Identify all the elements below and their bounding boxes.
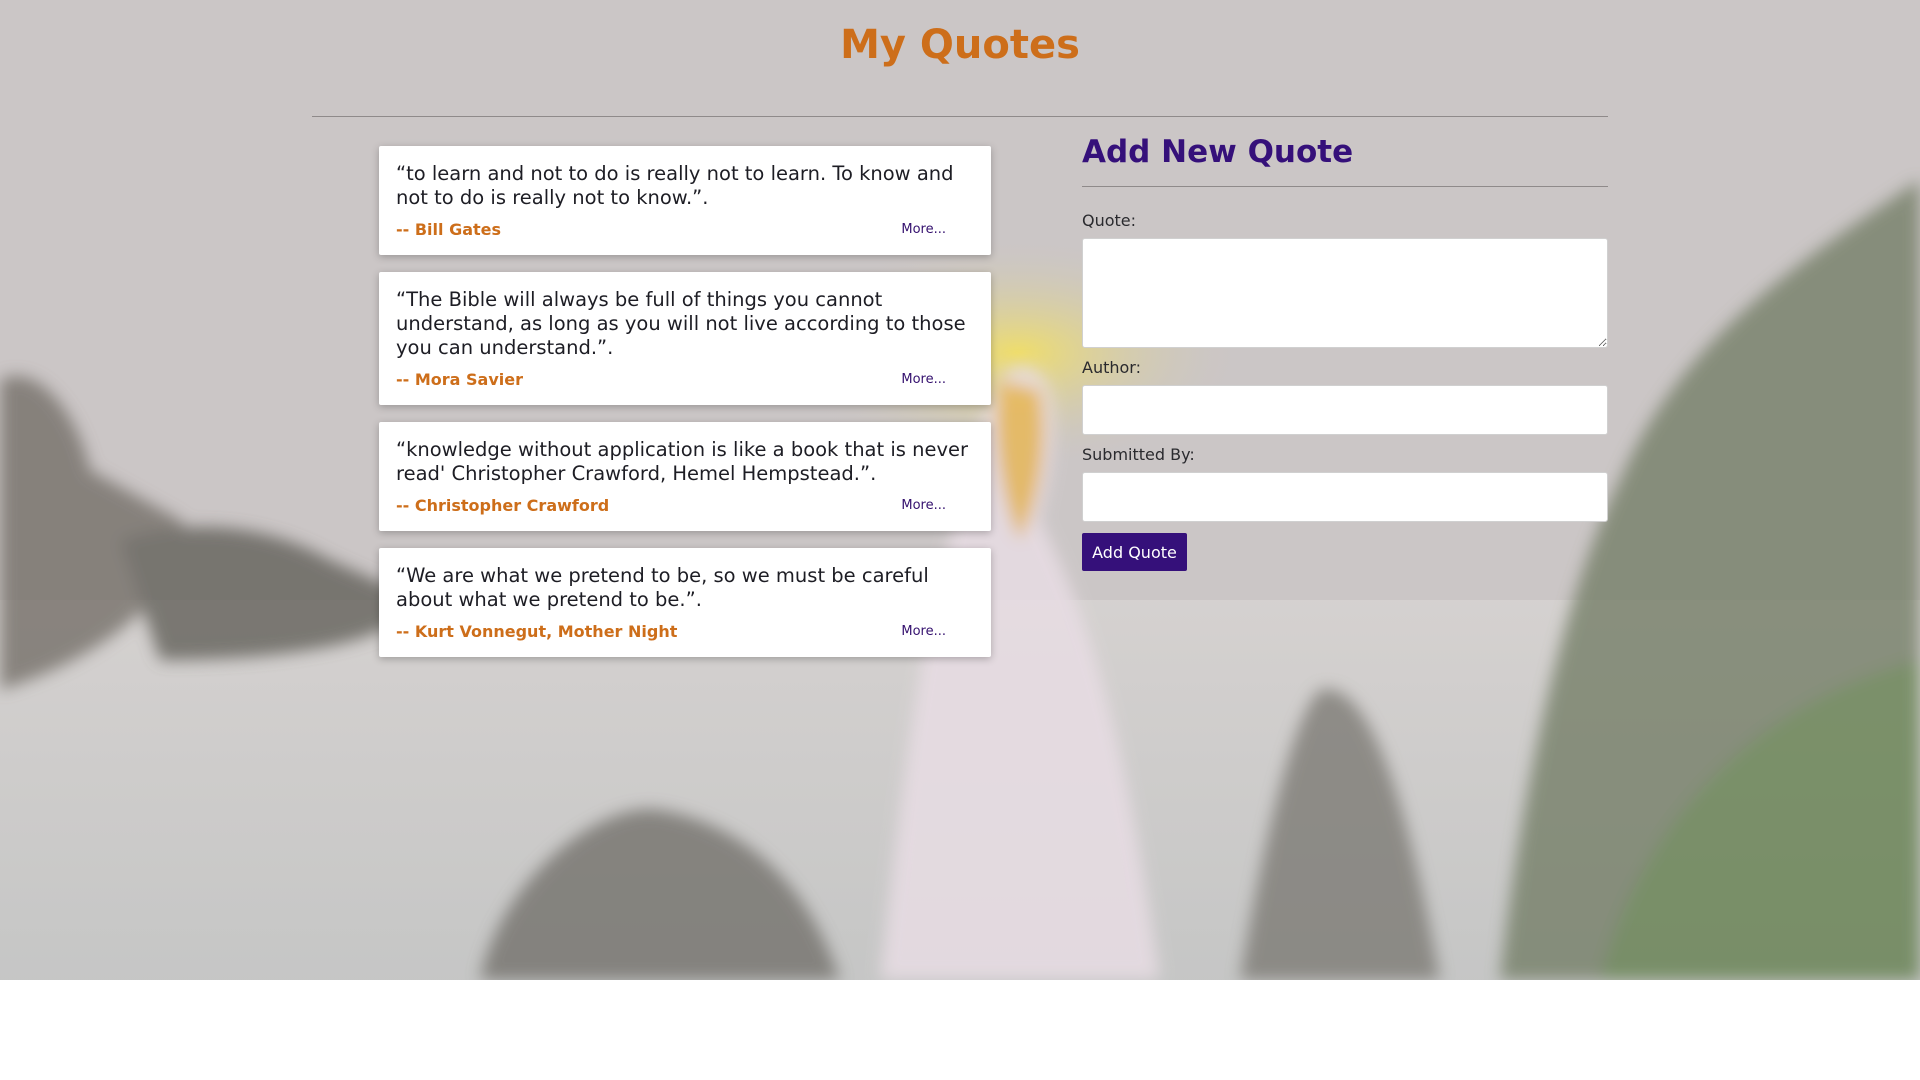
quote-card: “knowledge without application is like a…: [379, 422, 991, 531]
more-link[interactable]: More...: [901, 498, 946, 513]
quote-card: “We are what we pretend to be, so we mus…: [379, 548, 991, 657]
quote-footer: -- Christopher Crawford More...: [396, 496, 974, 515]
quote-list: “to learn and not to do is really not to…: [379, 146, 991, 674]
form-divider: [1082, 186, 1608, 187]
submitted-by-input[interactable]: [1082, 472, 1608, 522]
page-title: My Quotes: [840, 22, 1080, 68]
quote-footer: -- Bill Gates More...: [396, 220, 974, 239]
quote-text: “We are what we pretend to be, so we mus…: [396, 564, 929, 611]
more-link[interactable]: More...: [901, 624, 946, 639]
author-label: Author:: [1082, 358, 1141, 377]
more-link[interactable]: More...: [901, 372, 946, 387]
quote-author: -- Kurt Vonnegut, Mother Night: [396, 622, 678, 641]
quote-text: “to learn and not to do is really not to…: [396, 162, 954, 209]
quote-text: “The Bible will always be full of things…: [396, 288, 966, 359]
quote-card: “The Bible will always be full of things…: [379, 272, 991, 405]
add-quote-button[interactable]: Add Quote: [1082, 533, 1187, 571]
quote-footer: -- Kurt Vonnegut, Mother Night More...: [396, 622, 974, 641]
quote-card: “to learn and not to do is really not to…: [379, 146, 991, 255]
header-divider: [312, 116, 1608, 117]
form-title: Add New Quote: [1082, 134, 1354, 170]
add-quote-form: Add New Quote Quote: Author: Submitted B…: [1082, 130, 1608, 571]
author-input[interactable]: [1082, 385, 1608, 435]
quote-text: “knowledge without application is like a…: [396, 438, 969, 485]
quote-author: -- Bill Gates: [396, 220, 502, 239]
quote-textarea[interactable]: [1082, 238, 1608, 348]
more-link[interactable]: More...: [901, 222, 946, 237]
hero-section: My Quotes “to learn and not to do is rea…: [0, 0, 1920, 980]
quote-footer: -- Mora Savier More...: [396, 370, 974, 389]
quote-author: -- Mora Savier: [396, 370, 523, 389]
quote-label: Quote:: [1082, 211, 1137, 230]
submitted-by-label: Submitted By:: [1082, 445, 1195, 464]
quote-author: -- Christopher Crawford: [396, 496, 610, 515]
